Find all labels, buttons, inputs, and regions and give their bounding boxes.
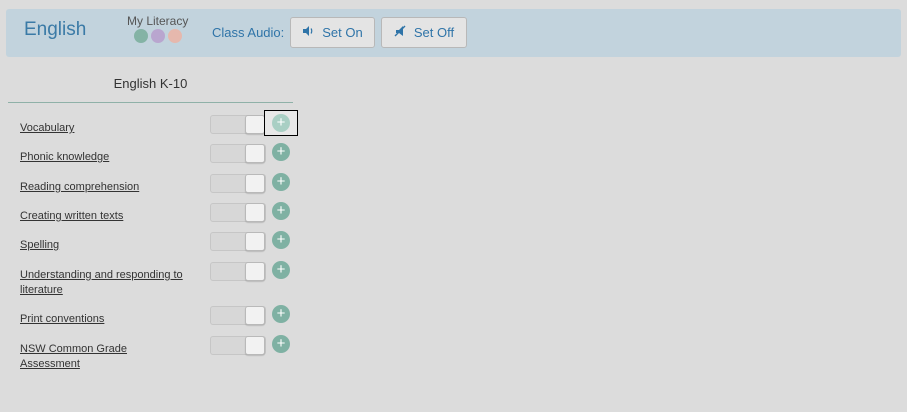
item-link-nsw-common-grade[interactable]: NSW Common Grade Assessment: [20, 342, 140, 372]
top-bar: English My Literacy Class Audio: Set On …: [6, 9, 901, 57]
toggle-knob[interactable]: [245, 262, 265, 281]
item-link-creating-written-texts[interactable]: Creating written texts: [20, 209, 195, 224]
toggle-knob[interactable]: [245, 336, 265, 355]
add-button[interactable]: +: [264, 331, 298, 357]
plus-circle-icon: +: [272, 202, 290, 220]
plus-circle-icon: +: [272, 231, 290, 249]
toggle-knob[interactable]: [245, 203, 265, 222]
item-toggle[interactable]: [210, 232, 266, 251]
literacy-dot-peach: [168, 29, 182, 43]
toggle-knob[interactable]: [245, 232, 265, 251]
toggle-knob[interactable]: [245, 115, 265, 134]
set-on-label: Set On: [322, 25, 363, 40]
set-on-button[interactable]: Set On: [290, 17, 375, 48]
add-button[interactable]: +: [264, 257, 298, 283]
toggle-knob[interactable]: [245, 174, 265, 193]
add-button[interactable]: +: [264, 139, 298, 165]
item-link-spelling[interactable]: Spelling: [20, 238, 195, 253]
plus-circle-icon: +: [272, 305, 290, 323]
set-off-button[interactable]: Set Off: [381, 17, 467, 48]
toggle-knob[interactable]: [245, 306, 265, 325]
app-title: English: [24, 19, 87, 40]
plus-circle-icon: +: [272, 114, 290, 132]
item-link-print-conventions[interactable]: Print conventions: [20, 312, 195, 327]
my-literacy-label: My Literacy: [127, 14, 189, 28]
item-toggle[interactable]: [210, 174, 266, 193]
speaker-icon: [302, 25, 314, 40]
item-link-phonic-knowledge[interactable]: Phonic knowledge: [20, 150, 195, 165]
item-link-understanding-literature[interactable]: Understanding and responding to literatu…: [20, 268, 185, 298]
add-button[interactable]: +: [264, 169, 298, 195]
item-toggle[interactable]: [210, 262, 266, 281]
panel-title: English K-10: [113, 76, 188, 91]
mute-icon: [394, 25, 406, 40]
literacy-dot-purple: [151, 29, 165, 43]
add-button[interactable]: +: [264, 198, 298, 224]
literacy-dot-green: [134, 29, 148, 43]
item-toggle[interactable]: [210, 144, 266, 163]
plus-circle-icon: +: [272, 173, 290, 191]
item-link-vocabulary[interactable]: Vocabulary: [20, 121, 195, 136]
plus-circle-icon: +: [272, 261, 290, 279]
item-toggle[interactable]: [210, 336, 266, 355]
item-link-reading-comprehension[interactable]: Reading comprehension: [20, 180, 195, 195]
plus-circle-icon: +: [272, 335, 290, 353]
item-toggle[interactable]: [210, 115, 266, 134]
my-literacy[interactable]: My Literacy: [127, 14, 193, 43]
set-off-label: Set Off: [413, 25, 455, 40]
panel-divider: [8, 102, 293, 103]
plus-circle-icon: +: [272, 143, 290, 161]
toggle-knob[interactable]: [245, 144, 265, 163]
item-toggle[interactable]: [210, 306, 266, 325]
add-button[interactable]: +: [264, 301, 298, 327]
item-toggle[interactable]: [210, 203, 266, 222]
class-audio-label: Class Audio:: [212, 25, 285, 40]
add-button[interactable]: +: [264, 110, 298, 136]
add-button[interactable]: +: [264, 227, 298, 253]
